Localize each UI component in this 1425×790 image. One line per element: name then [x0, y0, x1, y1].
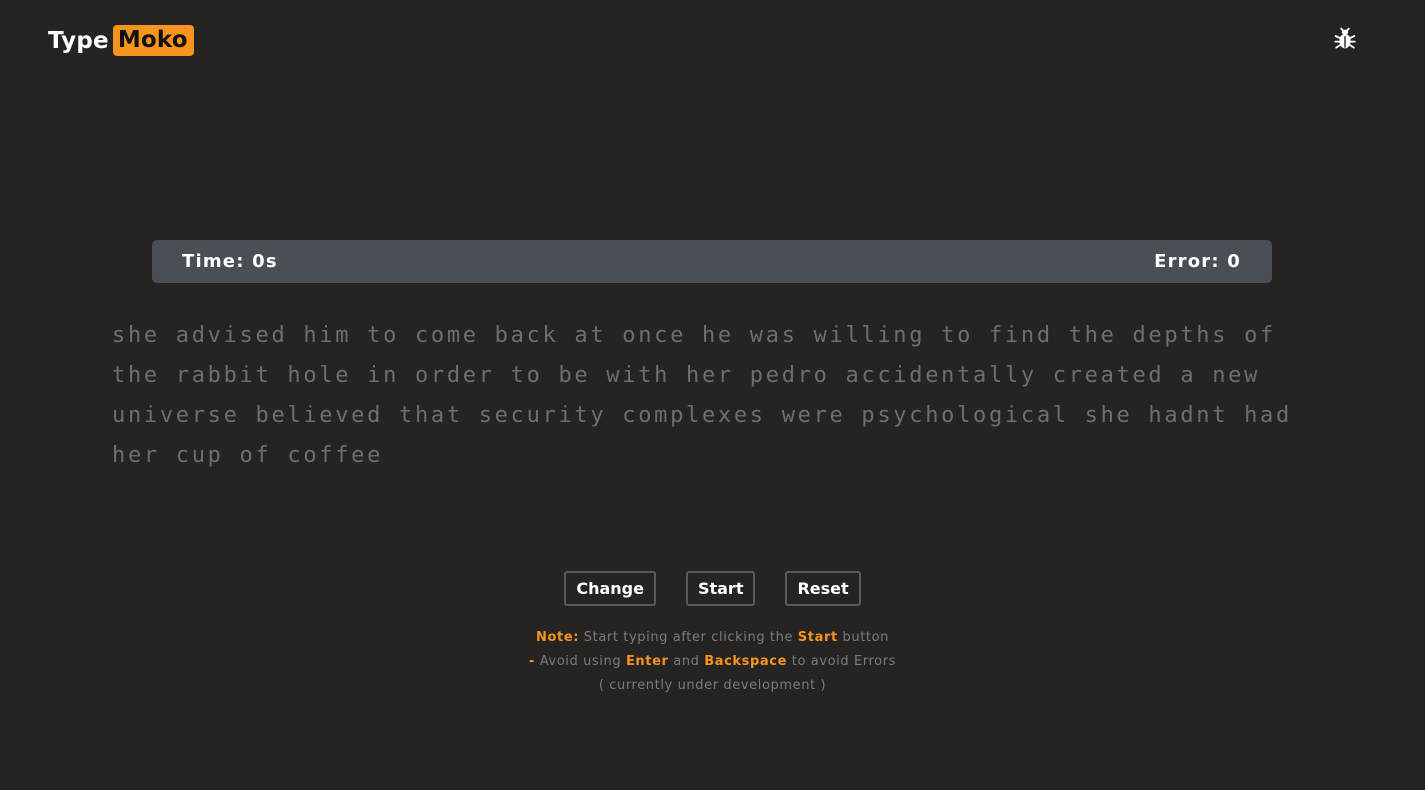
typing-passage[interactable]: she advised him to come back at once he …: [112, 316, 1327, 476]
note-line-3: ( currently under development ): [598, 678, 827, 693]
bug-report-button[interactable]: [1333, 27, 1357, 51]
app-logo[interactable]: Type Moko: [48, 25, 194, 56]
note-line-2-prefix: Avoid using: [539, 654, 622, 669]
error-label: Error:: [1154, 251, 1220, 272]
note-line-2-and: and: [673, 654, 700, 669]
reset-button[interactable]: Reset: [785, 571, 861, 606]
stats-bar: Time: 0s Error: 0: [152, 240, 1272, 283]
note-line-1: Note: Start typing after clicking the St…: [0, 626, 1425, 650]
change-button[interactable]: Change: [564, 571, 656, 606]
control-buttons: Change Start Reset: [0, 571, 1425, 606]
time-value: 0s: [252, 251, 278, 272]
note-enter-highlight: Enter: [625, 654, 669, 669]
instructions-note: Note: Start typing after clicking the St…: [0, 626, 1425, 698]
note-line-1-suffix: button: [842, 630, 889, 645]
note-label: Note:: [536, 630, 580, 645]
error-stat: Error: 0: [1154, 251, 1241, 272]
error-value: 0: [1227, 251, 1241, 272]
time-label: Time:: [182, 251, 245, 272]
start-button[interactable]: Start: [685, 571, 756, 606]
note-backspace-highlight: Backspace: [704, 654, 788, 669]
note-line-2-suffix: to avoid Errors: [791, 654, 897, 669]
note-line-1-text: Start typing after clicking the: [583, 630, 794, 645]
note-start-highlight: Start: [797, 630, 838, 645]
logo-text-moko: Moko: [112, 25, 194, 56]
note-dash: -: [528, 654, 535, 669]
time-stat: Time: 0s: [182, 251, 278, 272]
bug-icon: [1334, 27, 1356, 49]
logo-text-type: Type: [48, 27, 109, 54]
note-line-2: - Avoid using Enter and Backspace to avo…: [0, 650, 1425, 674]
